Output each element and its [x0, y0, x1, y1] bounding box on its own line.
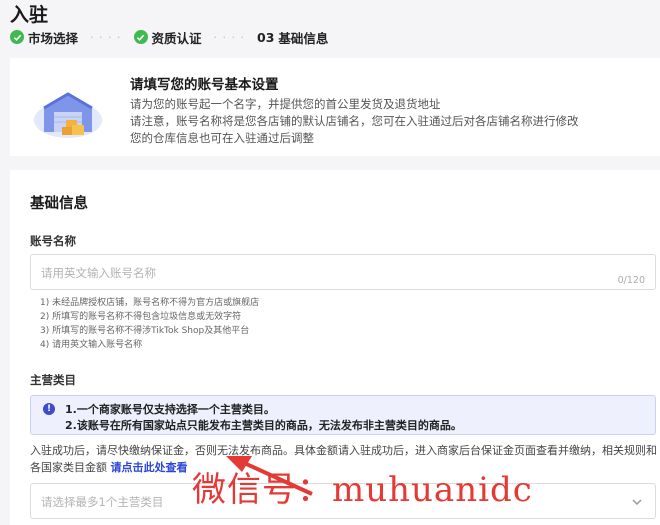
account-hint: 1) 未经品牌授权店铺，账号名称不得为官方店或旗舰店 — [40, 298, 260, 308]
account-name-input[interactable]: 请用英文输入账号名称 0/120 — [30, 254, 656, 290]
chevron-down-icon — [632, 499, 642, 506]
category-notice: ! 1.一个商家账号仅支持选择一个主营类目。 2.该账号在所有国家站点只能发布主… — [30, 395, 656, 435]
section-title: 基础信息 — [30, 196, 88, 212]
watermark: 微信号：muhuanidc — [192, 470, 533, 510]
category-placeholder: 请选择最多1个主营类目 — [41, 495, 164, 509]
account-name-placeholder: 请用英文输入账号名称 — [41, 266, 156, 280]
notice-line: 2.该账号在所有国家站点只能发布主营类目的商品，无法发布非主营类目的商品。 — [65, 419, 462, 432]
step-qualification: 资质认证 — [133, 28, 202, 47]
step-label: 基础信息 — [278, 30, 329, 46]
page-title: 入驻 — [10, 4, 49, 26]
intro-line: 请为您的账号起一个名字，并提供您的首公里发货及退货地址 — [130, 97, 441, 111]
account-name-label: 账号名称 — [30, 234, 76, 248]
step-separator: · · · · — [90, 30, 122, 44]
char-counter: 0/120 — [617, 275, 645, 286]
account-hint: 4) 请用英文输入账号名称 — [40, 340, 143, 350]
check-icon — [10, 30, 24, 44]
view-details-link[interactable]: 请点击此处查看 — [111, 461, 188, 474]
info-icon: ! — [43, 403, 55, 415]
intro-card: 请填写您的账号基本设置 请为您的账号起一个名字，并提供您的首公里发货及退货地址 … — [10, 58, 660, 156]
step-label: 资质认证 — [151, 30, 202, 46]
intro-line: 请注意，账号名称将是您各店铺的默认店铺名，您可在入驻通过后对各店铺名称进行修改 — [130, 114, 579, 128]
step-label: 市场选择 — [28, 30, 79, 46]
step-market: 市场选择 — [10, 28, 78, 47]
intro-title: 请填写您的账号基本设置 — [130, 77, 279, 93]
category-label: 主营类目 — [30, 373, 76, 387]
check-icon — [133, 30, 148, 44]
step-separator: · · · · — [213, 30, 245, 44]
notice-line: 1.一个商家账号仅支持选择一个主营类目。 — [65, 403, 275, 416]
step-indicator: 市场选择 · · · · 资质认证 · · · · 03 基础信息 — [10, 28, 328, 46]
account-hint: 3) 所填写的账号名称不得涉TikTok Shop及其他平台 — [40, 326, 250, 336]
step-number: 03 — [257, 29, 275, 45]
step-basic-info: 03 基础信息 — [257, 28, 328, 47]
warehouse-icon — [34, 92, 102, 138]
intro-line: 您的仓库信息也可在入驻通过后调整 — [130, 131, 314, 145]
account-hint: 2) 所填写的账号名称不得包含垃圾信息或无效字符 — [40, 312, 242, 322]
